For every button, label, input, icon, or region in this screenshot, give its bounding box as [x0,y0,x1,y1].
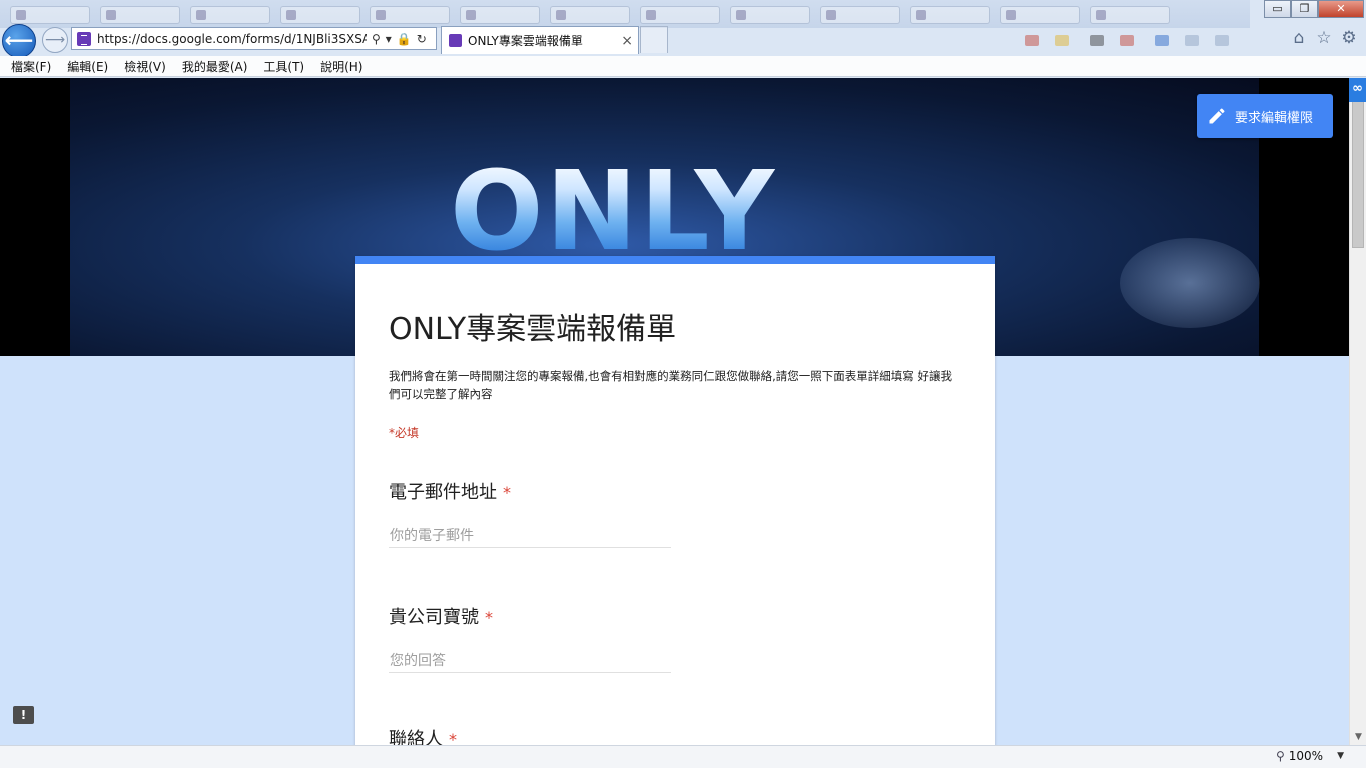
form-title: ONLY專案雲端報備單 [389,312,677,347]
zoom-dropdown-icon[interactable]: ▼ [1337,751,1344,761]
close-window-button[interactable]: ✕ [1318,0,1364,18]
active-tab-title: ONLY專案雲端報備單 [468,34,583,48]
request-edit-label: 要求編輯權限 [1235,110,1314,126]
toolbar-ghost-icons [670,30,1280,50]
navigation-row: ⟵ ⟶ https://docs.google.com/forms/d/1NJB… [0,24,1366,58]
form-description: 我們將會在第一時間關注您的專案報備,也會有相對應的業務同仁跟您做聯絡,請您一照下… [389,369,952,401]
close-tab-icon[interactable]: × [621,33,633,49]
company-name-field[interactable] [389,649,671,673]
address-url-text[interactable]: https://docs.google.com/forms/d/1NJBli3S… [97,32,367,46]
menu-tools[interactable]: 工具(T) [255,58,312,75]
browser-toolbar-icons: ⌂ ☆ ⚙ [1290,28,1358,48]
feedback-icon[interactable]: ! [13,706,34,724]
background-tab[interactable] [640,6,720,24]
toolbar-icon[interactable] [1055,35,1069,46]
email-field[interactable] [389,524,671,548]
menu-bar: 檔案(F) 編輯(E) 檢視(V) 我的最愛(A) 工具(T) 說明(H) [0,56,1366,77]
active-tab[interactable]: ONLY專案雲端報備單 × [441,26,639,54]
question-label: 聯絡人 [389,729,443,745]
background-tab[interactable] [10,6,90,24]
banner-glow [1120,238,1260,328]
pencil-icon [1209,108,1225,124]
vertical-scrollbar[interactable]: ▲ ▼ [1349,78,1366,745]
form-card: ONLY專案雲端報備單 我們將會在第一時間關注您的專案報備,也會有相對應的業務同… [355,256,995,745]
forward-arrow-icon[interactable]: ⟶ [42,27,68,53]
question-company: 貴公司寶號 * [389,603,671,673]
google-forms-favicon-icon [77,31,91,46]
link-icon[interactable]: ∞ [1349,78,1366,102]
background-tab[interactable] [370,6,450,24]
question-label: 貴公司寶號 [389,607,479,628]
gear-icon[interactable]: ⚙ [1340,28,1358,48]
background-tab[interactable] [910,6,990,24]
question-label: 電子郵件地址 [389,482,497,503]
background-tab[interactable] [280,6,360,24]
zoom-level: 100% [1288,749,1324,763]
toolbar-icon[interactable] [1185,35,1199,46]
scroll-thumb[interactable] [1352,96,1364,248]
required-star: * [485,608,493,627]
status-bar: ⚲ 100% ▼ [0,745,1366,768]
required-star: * [503,483,511,502]
background-tab[interactable] [190,6,270,24]
question-contact: 聯絡人 * [389,725,457,745]
required-star: * [449,730,457,745]
required-note: *必填 [389,426,420,440]
menu-help[interactable]: 說明(H) [312,58,370,75]
zoom-icon: ⚲ [1275,749,1285,763]
lock-icon[interactable]: 🔒 [397,32,412,46]
minimize-button[interactable]: ▭ [1264,0,1291,18]
dropdown-caret-icon[interactable]: ▾ [386,32,392,46]
menu-favorites[interactable]: 我的最愛(A) [174,58,256,75]
address-bar[interactable]: https://docs.google.com/forms/d/1NJBli3S… [71,27,437,50]
refresh-icon[interactable]: ↻ [417,32,427,46]
toolbar-icon[interactable] [1155,35,1169,46]
menu-file[interactable]: 檔案(F) [3,58,59,75]
background-tab[interactable] [1090,6,1170,24]
search-icon[interactable]: ⚲ [372,32,381,46]
toolbar-icon[interactable] [1215,35,1229,46]
new-tab-button[interactable] [640,26,668,53]
background-tab[interactable] [1000,6,1080,24]
toolbar-icon[interactable] [1090,35,1104,46]
zoom-control[interactable]: ⚲ 100% ▼ [1276,749,1344,763]
background-tab[interactable] [730,6,810,24]
request-edit-access-button[interactable]: 要求編輯權限 [1197,94,1333,138]
menu-view[interactable]: 檢視(V) [116,58,174,75]
question-email: 電子郵件地址 * [389,478,671,548]
background-tab[interactable] [100,6,180,24]
banner-logo-text: ONLY [450,147,777,275]
home-icon[interactable]: ⌂ [1290,28,1308,48]
toolbar-icon[interactable] [1120,35,1134,46]
scroll-down-arrow-icon[interactable]: ▼ [1350,729,1366,745]
background-tab[interactable] [820,6,900,24]
window-controls: ▭ ❐ ✕ [1264,0,1364,18]
tab-favicon-icon [449,34,462,47]
background-tab[interactable] [550,6,630,24]
restore-button[interactable]: ❐ [1291,0,1318,18]
menu-edit[interactable]: 編輯(E) [59,58,116,75]
browser-chrome: ▭ ❐ ✕ ⟵ ⟶ https://docs.google.com/forms/… [0,0,1366,78]
back-arrow-icon[interactable]: ⟵ [2,24,36,58]
toolbar-icon[interactable] [1025,35,1039,46]
page-viewport: ONLY 要求編輯權限 ONLY專案雲端報備單 我們將會在第一時間關注您的專案報… [0,78,1349,745]
star-icon[interactable]: ☆ [1315,28,1333,48]
banner-edge-left [0,78,70,356]
background-tab[interactable] [460,6,540,24]
